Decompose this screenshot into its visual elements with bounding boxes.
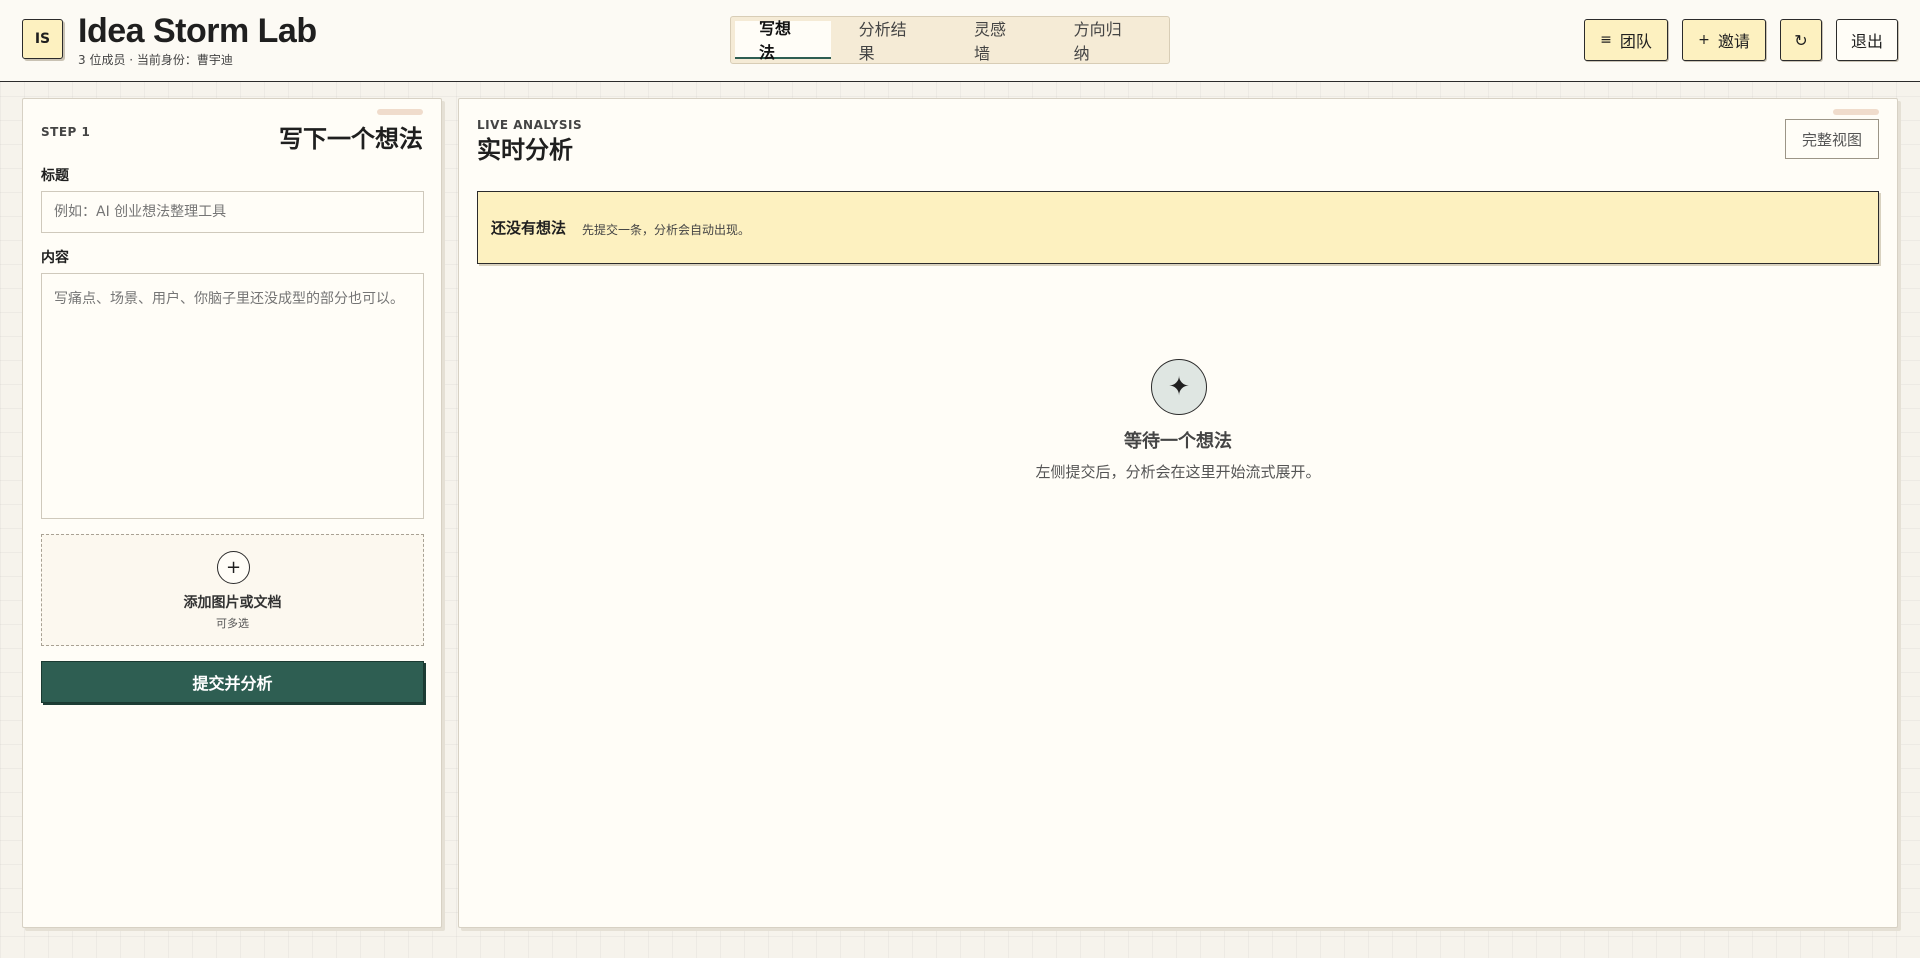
empty-state-title: 等待一个想法 bbox=[1124, 431, 1232, 452]
list-icon: ≡ bbox=[1600, 32, 1612, 48]
invite-button-label: 邀请 bbox=[1717, 32, 1750, 51]
composer-title: 写下一个想法 bbox=[279, 125, 423, 153]
idea-content-textarea[interactable] bbox=[41, 273, 424, 519]
invite-button[interactable]: + 邀请 bbox=[1682, 19, 1766, 61]
attachment-upload-area[interactable]: + 添加图片或文档 可多选 bbox=[41, 534, 424, 646]
team-button[interactable]: ≡ 团队 bbox=[1584, 19, 1668, 61]
logout-button-label: 退出 bbox=[1850, 32, 1883, 51]
empty-notice-banner: 还没有想法 先提交一条，分析会自动出现。 bbox=[477, 191, 1879, 264]
upload-label: 添加图片或文档 bbox=[183, 595, 282, 611]
logout-button[interactable]: 退出 bbox=[1836, 19, 1898, 61]
tape-decoration bbox=[1833, 109, 1879, 115]
plus-icon: + bbox=[1698, 32, 1710, 48]
refresh-icon: ↻ bbox=[1794, 30, 1808, 50]
refresh-button[interactable]: ↻ bbox=[1780, 19, 1822, 61]
submit-analyze-button[interactable]: 提交并分析 bbox=[41, 661, 424, 703]
main-tabs: 写想法 分析结果 灵感墙 方向归纳 bbox=[730, 16, 1170, 64]
idea-title-input[interactable] bbox=[41, 191, 424, 233]
idea-composer-panel: STEP 1 写下一个想法 标题 内容 + 添加图片或文档 可多选 提交并分析 bbox=[22, 98, 442, 928]
content-field-label: 内容 bbox=[41, 250, 69, 266]
tab-analysis-results[interactable]: 分析结果 bbox=[835, 20, 946, 63]
app-title: Idea Storm Lab bbox=[78, 12, 317, 50]
tab-direction-summary[interactable]: 方向归纳 bbox=[1050, 20, 1161, 63]
notice-title: 还没有想法 bbox=[491, 219, 567, 237]
sparkle-icon: ✦ bbox=[1151, 359, 1207, 415]
empty-state-subtitle: 左侧提交后，分析会在这里开始流式展开。 bbox=[1035, 463, 1321, 481]
full-view-button[interactable]: 完整视图 bbox=[1785, 119, 1879, 159]
notice-subtitle: 先提交一条，分析会自动出现。 bbox=[582, 223, 751, 237]
tape-decoration bbox=[377, 109, 423, 115]
analysis-title: 实时分析 bbox=[477, 136, 573, 164]
team-button-label: 团队 bbox=[1619, 32, 1652, 51]
live-analysis-panel: LIVE ANALYSIS 实时分析 完整视图 还没有想法 先提交一条，分析会自… bbox=[458, 98, 1898, 928]
step-label: STEP 1 bbox=[41, 125, 91, 139]
app-logo: IS bbox=[22, 19, 63, 59]
add-attachment-icon: + bbox=[217, 551, 250, 584]
team-subtitle: 3 位成员 · 当前身份：曹宇迪 bbox=[78, 53, 233, 67]
upload-hint: 可多选 bbox=[216, 617, 249, 630]
tab-write-idea[interactable]: 写想法 bbox=[735, 19, 831, 62]
app-header: IS Idea Storm Lab 3 位成员 · 当前身份：曹宇迪 写想法 分… bbox=[0, 0, 1920, 82]
title-field-label: 标题 bbox=[41, 168, 69, 184]
tab-inspiration-wall[interactable]: 灵感墙 bbox=[950, 20, 1046, 63]
